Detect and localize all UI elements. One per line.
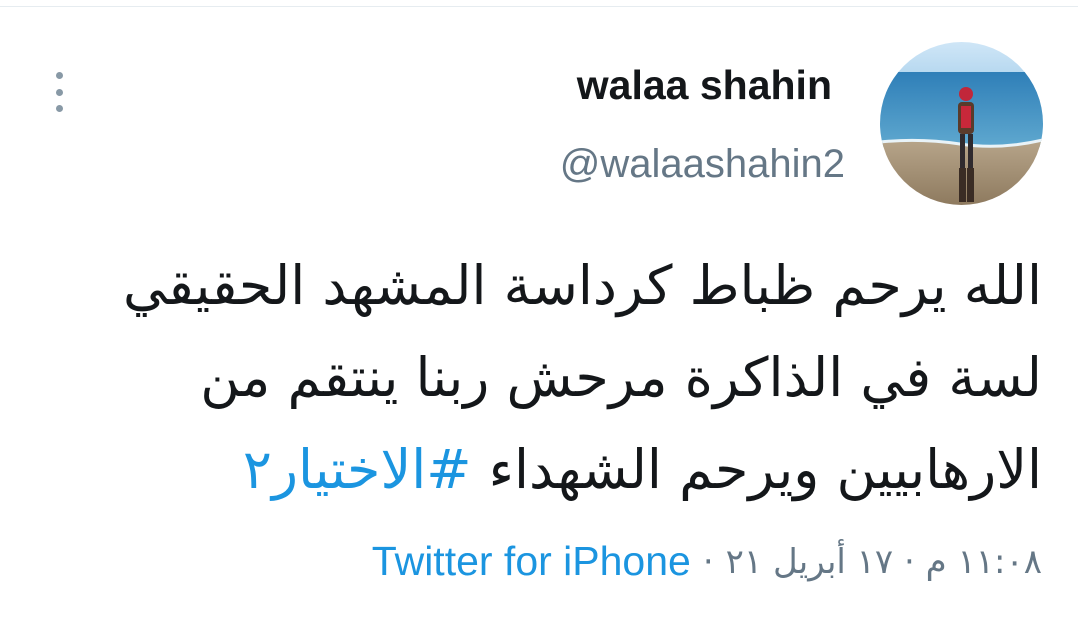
more-dot: [55, 72, 63, 79]
more-dot: [55, 88, 63, 96]
display-name[interactable]: walaa shahin: [577, 62, 832, 109]
timestamp[interactable]: ١١:٠٨ م · ١٧ أبريل ٢١: [726, 542, 1042, 582]
divider: [0, 6, 1078, 7]
user-handle[interactable]: @walaashahin2: [560, 142, 845, 187]
hashtag-link[interactable]: #الاختيار٢: [243, 438, 472, 501]
tweet-card: walaa shahin @walaashahin2 الله يرحم ظبا…: [0, 0, 1078, 625]
tweet-text: الله يرحم ظباط كرداسة المشهد الحقيقي لسة…: [82, 240, 1042, 516]
more-options-icon[interactable]: [46, 70, 72, 114]
tweet-meta: ١١:٠٨ م · ١٧ أبريل ٢١ · Twitter for iPho…: [372, 538, 1042, 585]
source-link[interactable]: Twitter for iPhone: [372, 538, 691, 585]
avatar[interactable]: [880, 42, 1043, 205]
meta-separator: ·: [702, 541, 714, 582]
more-dot: [55, 105, 63, 112]
